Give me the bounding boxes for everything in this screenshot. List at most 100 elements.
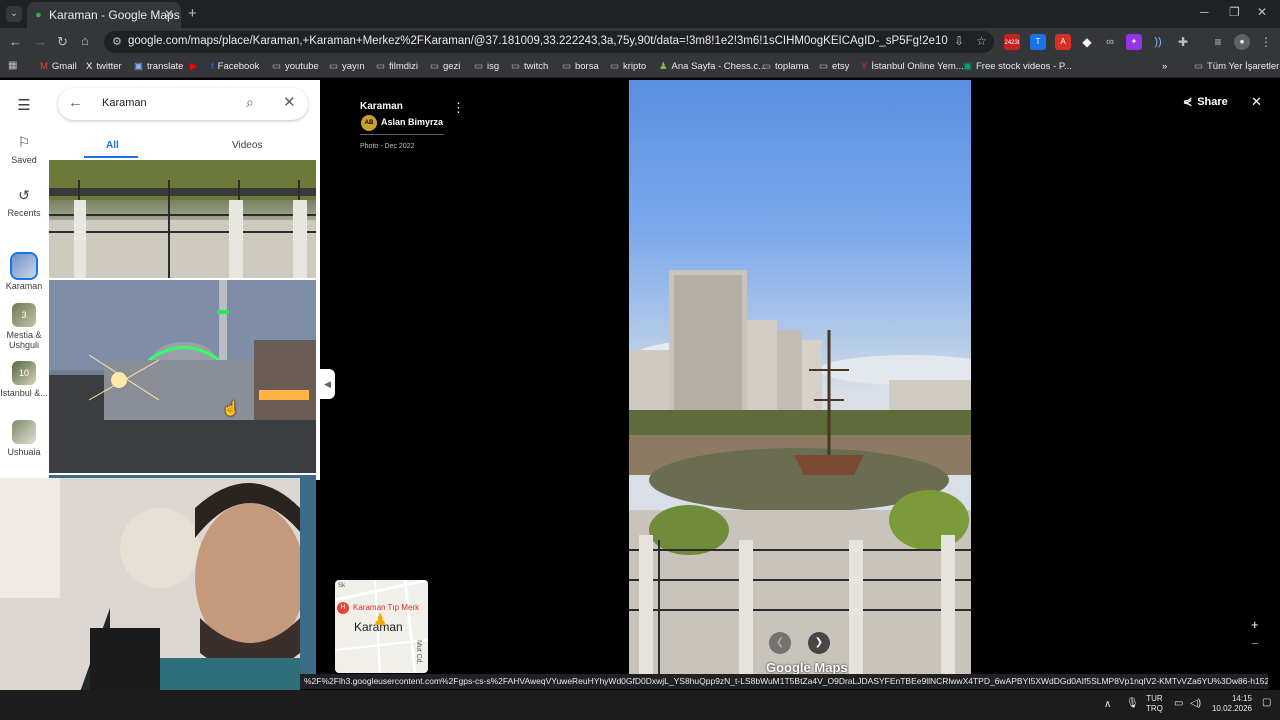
folder-icon: ▭ [376, 61, 385, 72]
window-close-button[interactable]: ✕ [1257, 5, 1267, 19]
collapse-panel-button[interactable]: ◀ [320, 369, 335, 399]
rail-recents[interactable]: ↺ Recents [0, 187, 48, 218]
bookmarks-overflow-button[interactable]: » [1162, 61, 1167, 72]
audio-extension-icon[interactable]: )) [1150, 34, 1166, 50]
history-clock-icon: ↺ [18, 187, 30, 203]
address-bar[interactable]: ⚙ google.com/maps/place/Karaman,+Karaman… [104, 31, 994, 53]
media-control-icon[interactable]: ≡ [1210, 34, 1226, 50]
notifications-icon[interactable]: ▢ [1262, 697, 1271, 708]
bookmark-gmail[interactable]: M Gmail [40, 61, 77, 72]
place-count-badge: 3 [21, 310, 27, 320]
bookmark-toplama[interactable]: ▭ toplama [762, 61, 809, 72]
minimize-button[interactable]: ─ [1200, 5, 1209, 19]
tray-overflow-icon[interactable]: ∧ [1104, 699, 1111, 710]
diamond-extension-icon[interactable]: ◆ [1079, 34, 1095, 50]
extensions-puzzle-icon[interactable]: ✚ [1175, 34, 1191, 50]
bookmark-yayin[interactable]: ▭ yayın [329, 61, 365, 72]
new-tab-button[interactable]: + [188, 5, 197, 22]
rail-saved[interactable]: ⚐ Saved [0, 134, 48, 165]
photo-thumbnail[interactable] [49, 280, 316, 473]
author-name[interactable]: Aslan Bimyrza [381, 117, 443, 127]
bookmark-youtube[interactable]: ▭ youtube [272, 61, 319, 72]
language-code: TUR [1146, 694, 1163, 703]
more-options-icon[interactable]: ⋮ [452, 100, 465, 116]
search-icon[interactable]: ⌕ [246, 94, 254, 111]
url-text[interactable]: google.com/maps/place/Karaman,+Karaman+M… [128, 35, 948, 47]
rail-place-mestia[interactable]: 3 Mestia & Ushguli [0, 303, 48, 350]
previous-photo-button[interactable]: ❮ [769, 632, 791, 654]
zoom-out-button[interactable]: − [1251, 636, 1259, 651]
back-arrow-icon[interactable]: ← [9, 34, 22, 49]
place-thumbnail: 10 [12, 361, 36, 385]
reload-icon[interactable]: ↻ [57, 34, 68, 50]
bookmark-etsy[interactable]: ▭ etsy [819, 61, 849, 72]
tab-close-icon[interactable]: ✕ [164, 7, 174, 21]
back-arrow-icon[interactable]: ← [68, 94, 83, 111]
place-thumbnail [12, 420, 36, 444]
restore-button[interactable]: ❐ [1229, 5, 1240, 19]
rail-place-istanbul[interactable]: 10 Istanbul &... [0, 361, 48, 398]
google-maps-logo: Google Maps [766, 660, 848, 675]
x-icon: X [86, 61, 93, 72]
site-info-icon[interactable]: ⚙ [112, 35, 122, 48]
profile-avatar[interactable]: ● [1234, 34, 1250, 50]
input-language[interactable]: TUR TRQ [1146, 694, 1163, 714]
speaker-icon[interactable]: ◁) [1190, 698, 1201, 709]
photo-thumbnail[interactable] [49, 160, 316, 278]
bookmark-kripto[interactable]: ▭ kripto [610, 61, 646, 72]
search-box[interactable]: ← Karaman ⌕ ✕ [58, 88, 308, 120]
zoom-in-button[interactable]: + [1251, 617, 1259, 632]
main-photo[interactable] [629, 80, 971, 675]
glasses-extension-icon[interactable]: ∞ [1102, 34, 1118, 50]
clear-search-icon[interactable]: ✕ [283, 93, 296, 111]
network-icon[interactable]: ▭ [1174, 698, 1183, 709]
tab-videos[interactable]: Videos [232, 140, 262, 151]
minimap[interactable]: Sk H Karaman Tıp Merk Karaman ♟ Mut Cd. [335, 580, 428, 673]
clock[interactable]: 14:15 10.02.2026 [1210, 694, 1252, 714]
place-count-badge: 10 [18, 368, 29, 378]
twitch-extension-icon[interactable]: ✦ [1126, 34, 1142, 50]
menu-hamburger-icon[interactable]: ☰ [0, 96, 48, 114]
park-ship-photo-image [629, 270, 971, 675]
bookmark-stock-videos[interactable]: ▣ Free stock videos - P... [963, 61, 1072, 72]
bookmark-yemek[interactable]: Y İstanbul Online Yem... [861, 61, 964, 72]
bookmark-twitter[interactable]: Xtwitter [86, 61, 122, 72]
bookmark-youtube-red[interactable]: ▶ [190, 61, 201, 72]
author-avatar[interactable]: AB [361, 115, 377, 131]
microphone-icon[interactable]: 🎙 [1126, 698, 1139, 709]
bookmark-borsa[interactable]: ▭ borsa [562, 61, 599, 72]
bookmark-star-icon[interactable]: ☆ [976, 34, 987, 48]
bookmark-isg[interactable]: ▭ isg [474, 61, 499, 72]
rail-place-karaman[interactable]: Karaman [0, 252, 48, 291]
bookmark-label: twitter [96, 61, 122, 72]
webcam-overlay [0, 478, 300, 720]
keyboard-layout: TRQ [1146, 704, 1163, 713]
bookmark-filmdizi[interactable]: ▭ filmdizi [376, 61, 418, 72]
apps-grid-icon[interactable]: ▦ [8, 60, 17, 71]
bookmark-gezi[interactable]: ▭ gezi [430, 61, 460, 72]
translate-extension-icon[interactable]: T [1030, 34, 1046, 50]
place-thumbnail: 3 [12, 303, 36, 327]
next-photo-button[interactable]: ❯ [808, 632, 830, 654]
rail-place-ushuaia[interactable]: Ushuaia [0, 420, 48, 457]
yemeksepeti-icon: Y [861, 61, 868, 72]
bookmark-facebook[interactable]: f Facebook [211, 61, 259, 72]
close-lightbox-icon[interactable]: ✕ [1251, 94, 1262, 110]
tab-all[interactable]: All [106, 140, 119, 151]
bookmark-chess[interactable]: ♟ Ana Sayfa - Chess.c... [659, 61, 766, 72]
chrome-menu-icon[interactable]: ⋮ [1258, 34, 1274, 50]
all-bookmarks-folder[interactable]: ▭ Tüm Yer İşaretleri [1194, 61, 1280, 72]
adblock-extension-icon[interactable]: A [1055, 34, 1071, 50]
search-input[interactable]: Karaman [102, 97, 147, 109]
browser-tab[interactable]: ● Karaman - Google Maps ✕ [27, 2, 181, 28]
bookmark-translate[interactable]: ▣ translate [134, 61, 183, 72]
share-button[interactable]: ⋞ Share [1183, 95, 1228, 108]
bookmark-twitch[interactable]: ▭ twitch [511, 61, 548, 72]
install-app-icon[interactable]: ⇩ [954, 34, 964, 48]
forward-arrow-icon[interactable]: → [34, 34, 47, 49]
extension-badge-icon[interactable]: 2423t [1004, 34, 1020, 50]
home-icon[interactable]: ⌂ [81, 33, 89, 48]
photo-place-title[interactable]: Karaman [360, 101, 403, 112]
webcam-person-image [0, 478, 300, 720]
tab-search-menu-icon[interactable]: ⌄ [6, 6, 22, 22]
